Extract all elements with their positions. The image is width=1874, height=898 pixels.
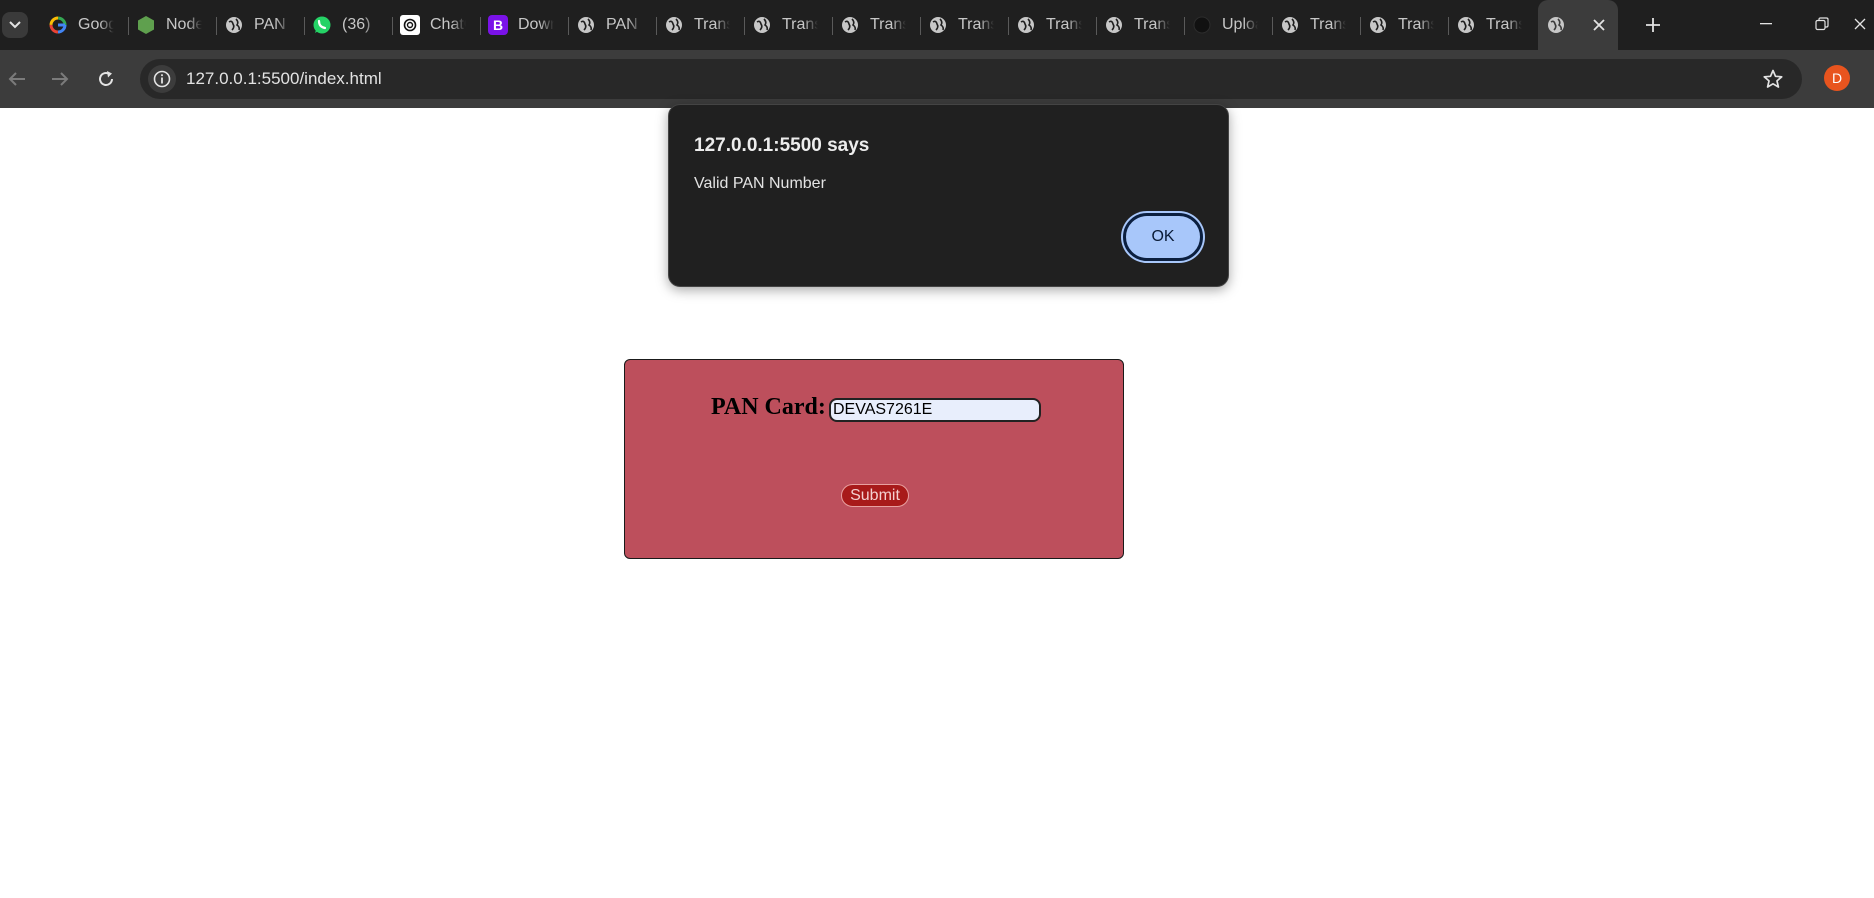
tab[interactable]: B Download [480, 0, 568, 50]
google-icon [48, 15, 68, 35]
tab-title: Google [78, 16, 114, 33]
tab-title: PAN [254, 16, 286, 33]
tab[interactable]: Translate [1272, 0, 1360, 50]
tab[interactable]: Node [128, 0, 216, 50]
new-tab-button[interactable] [1640, 12, 1666, 38]
browser-toolbar: 127.0.0.1:5500/index.html D [0, 50, 1874, 108]
tab[interactable]: Translate [832, 0, 920, 50]
ok-button[interactable]: OK [1123, 213, 1203, 261]
tab[interactable]: Translate [656, 0, 744, 50]
submit-button[interactable]: Submit [841, 484, 909, 507]
bookmark-button[interactable] [1762, 68, 1784, 90]
tab[interactable]: ChatGPT [392, 0, 480, 50]
info-icon [153, 70, 171, 88]
tab[interactable]: Google [40, 0, 128, 50]
tab[interactable]: Translate [1360, 0, 1448, 50]
plus-icon [1646, 18, 1660, 32]
tab-title: Translate [1486, 16, 1522, 33]
tab-list: Google Node PAN (36) ChatGPT [40, 0, 1618, 50]
tab[interactable]: Upload [1184, 0, 1272, 50]
tab-title: Download [518, 16, 554, 33]
globe-icon [752, 15, 772, 35]
globe-icon [224, 15, 244, 35]
chatgpt-icon [400, 15, 420, 35]
restore-icon [1815, 17, 1829, 31]
tab[interactable]: Translate [1096, 0, 1184, 50]
arrow-left-icon [8, 72, 25, 86]
tab[interactable]: PAN [568, 0, 656, 50]
pan-card-label: PAN Card: [711, 394, 826, 420]
globe-icon [576, 15, 596, 35]
reload-button[interactable] [92, 65, 120, 93]
globe-icon [1368, 15, 1388, 35]
reload-icon [99, 71, 113, 86]
site-info-button[interactable] [148, 65, 176, 93]
profile-avatar[interactable]: D [1824, 65, 1850, 91]
active-tab[interactable] [1538, 0, 1618, 50]
star-icon [1763, 69, 1783, 88]
tab-title: Translate [1310, 16, 1346, 33]
address-bar[interactable]: 127.0.0.1:5500/index.html [140, 59, 1802, 99]
svg-text:B: B [493, 17, 503, 33]
back-button[interactable] [3, 65, 31, 93]
globe-icon [1104, 15, 1124, 35]
tab[interactable]: Translate [1008, 0, 1096, 50]
close-window-button[interactable] [1846, 0, 1874, 48]
tab[interactable]: Translate [920, 0, 1008, 50]
tab-title: Translate [694, 16, 730, 33]
restore-button[interactable] [1794, 0, 1850, 48]
close-icon [1593, 19, 1605, 31]
tab-title: Node [166, 16, 202, 33]
nodejs-icon [136, 15, 156, 35]
tab-title: Translate [958, 16, 994, 33]
close-icon [1854, 18, 1866, 30]
tab-title: Translate [782, 16, 818, 33]
alert-dialog: 127.0.0.1:5500 says Valid PAN Number OK [668, 104, 1229, 287]
forward-button[interactable] [46, 65, 74, 93]
tab[interactable]: Translate [1448, 0, 1536, 50]
alert-title: 127.0.0.1:5500 says [694, 135, 870, 156]
tab-search-button[interactable] [2, 12, 28, 38]
pan-form-card: PAN Card: Submit [624, 359, 1124, 559]
minimize-icon [1760, 23, 1772, 25]
globe-icon [1456, 15, 1476, 35]
tab-title: ChatGPT [430, 16, 466, 33]
globe-icon [1016, 15, 1036, 35]
tab-title: Translate [1046, 16, 1082, 33]
tab[interactable]: (36) [304, 0, 392, 50]
close-tab-button[interactable] [1590, 16, 1608, 34]
tab-title: (36) [342, 16, 371, 33]
minimize-button[interactable] [1738, 0, 1794, 48]
github-icon [1192, 15, 1212, 35]
globe-icon [928, 15, 948, 35]
tab[interactable]: Translate [744, 0, 832, 50]
tab-title: Translate [1134, 16, 1170, 33]
arrow-right-icon [52, 72, 69, 86]
tab-strip: Google Node PAN (36) ChatGPT [0, 0, 1874, 50]
tab[interactable]: PAN [216, 0, 304, 50]
tab-title: Translate [870, 16, 906, 33]
globe-icon [664, 15, 684, 35]
alert-message: Valid PAN Number [694, 175, 826, 192]
url-text: 127.0.0.1:5500/index.html [186, 69, 382, 88]
whatsapp-icon [312, 15, 332, 35]
bootstrap-icon: B [488, 15, 508, 35]
pan-number-input[interactable] [829, 398, 1041, 422]
tab-title: PAN [606, 16, 638, 33]
tab-title: Upload [1222, 16, 1258, 33]
globe-icon [840, 15, 860, 35]
globe-icon [1546, 15, 1566, 35]
chevron-down-icon [9, 21, 21, 29]
globe-icon [1280, 15, 1300, 35]
tab-title: Translate [1398, 16, 1434, 33]
